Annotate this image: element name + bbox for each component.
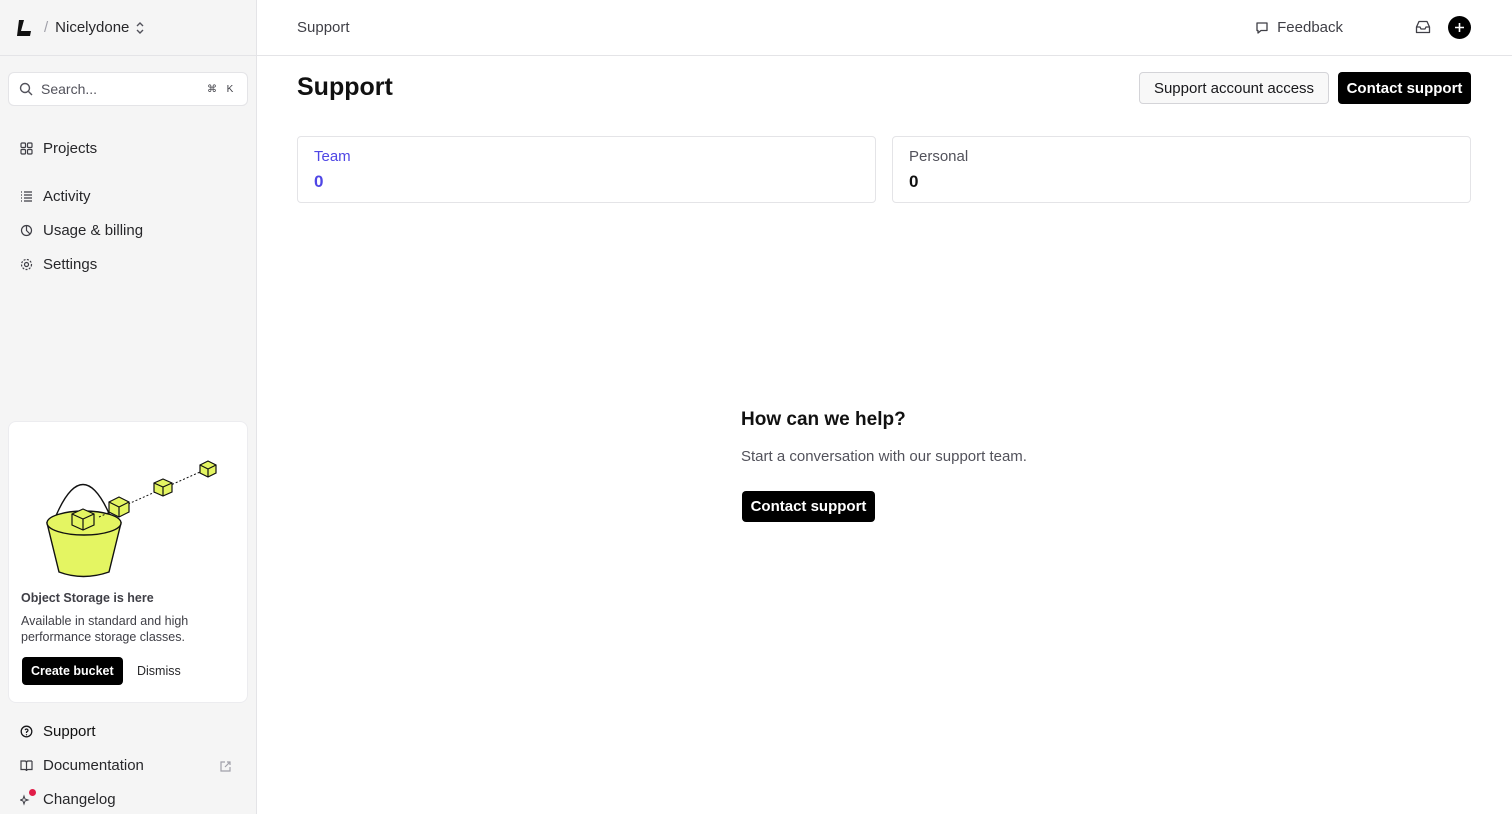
tab-personal[interactable]: Personal 0 <box>892 136 1471 203</box>
create-new-button[interactable] <box>1448 16 1471 39</box>
sidebar-item-label: Projects <box>43 140 98 157</box>
feedback-button[interactable]: Feedback <box>1255 19 1343 36</box>
sidebar-item-documentation[interactable]: Documentation <box>20 757 232 774</box>
empty-state-subtitle: Start a conversation with our support te… <box>741 448 1027 465</box>
promo-title: Object Storage is here <box>21 591 154 605</box>
support-account-access-button[interactable]: Support account access <box>1139 72 1329 104</box>
breadcrumb[interactable]: Support <box>297 19 350 36</box>
sidebar-item-projects[interactable]: Projects <box>20 140 97 157</box>
sidebar-item-label: Usage & billing <box>43 222 144 239</box>
tab-label: Team <box>314 148 351 165</box>
empty-state-contact-support-button[interactable]: Contact support <box>742 491 875 522</box>
dismiss-button[interactable]: Dismiss <box>137 657 181 685</box>
empty-state-title: How can we help? <box>741 409 906 430</box>
sidebar-item-activity[interactable]: Activity <box>20 188 91 205</box>
create-bucket-button[interactable]: Create bucket <box>22 657 123 685</box>
plus-icon <box>1455 23 1464 32</box>
promo-description: Available in standard and high performan… <box>21 614 189 644</box>
shortcut-k: K <box>226 83 234 95</box>
shortcut-cmd: ⌘ <box>207 83 217 95</box>
sidebar-item-label: Activity <box>43 188 91 205</box>
breadcrumb-separator: / <box>44 19 49 36</box>
external-link-icon <box>220 761 231 772</box>
sidebar-item-changelog[interactable]: Changelog <box>20 789 116 808</box>
book-icon <box>20 760 33 772</box>
search-icon <box>19 82 33 96</box>
sidebar-item-usage-billing[interactable]: Usage & billing <box>20 222 143 239</box>
sidebar-item-support[interactable]: Support <box>20 723 96 740</box>
sidebar-item-label: Documentation <box>43 757 144 774</box>
inbox-icon[interactable] <box>1415 20 1431 39</box>
notification-dot <box>29 789 36 796</box>
sidebar-item-label: Changelog <box>43 791 116 808</box>
sidebar-item-label: Support <box>43 723 96 740</box>
tab-count: 0 <box>909 172 919 191</box>
feedback-label: Feedback <box>1277 19 1343 36</box>
sidebar: / Nicelydone Search... ⌘ K Projects Acti… <box>0 0 257 814</box>
sidebar-item-settings[interactable]: Settings <box>20 256 97 273</box>
gear-icon <box>20 258 33 271</box>
contact-support-button[interactable]: Contact support <box>1338 72 1471 104</box>
tab-count: 0 <box>314 172 324 191</box>
bucket-illustration <box>46 460 217 578</box>
sidebar-header: / Nicelydone <box>0 0 256 56</box>
sidebar-item-label: Settings <box>43 256 98 273</box>
grid-icon <box>20 142 33 155</box>
search-input[interactable]: Search... ⌘ K <box>8 72 248 106</box>
tab-team[interactable]: Team 0 <box>297 136 876 203</box>
list-icon <box>21 191 32 202</box>
search-placeholder: Search... <box>41 81 98 97</box>
object-storage-promo: Object Storage is here Available in stan… <box>8 421 248 703</box>
tab-label: Personal <box>909 148 969 165</box>
team-switcher[interactable]: Nicelydone <box>55 19 145 36</box>
team-name: Nicelydone <box>55 19 130 36</box>
sparkle-icon-wrap <box>20 789 36 806</box>
chevron-updown-icon <box>136 21 144 34</box>
message-icon <box>1256 21 1268 34</box>
page-title: Support <box>297 73 393 101</box>
help-circle-icon <box>20 725 33 738</box>
top-bar: Support Feedback <box>257 0 1512 56</box>
logo-icon[interactable] <box>16 18 32 38</box>
billing-icon <box>20 224 33 237</box>
